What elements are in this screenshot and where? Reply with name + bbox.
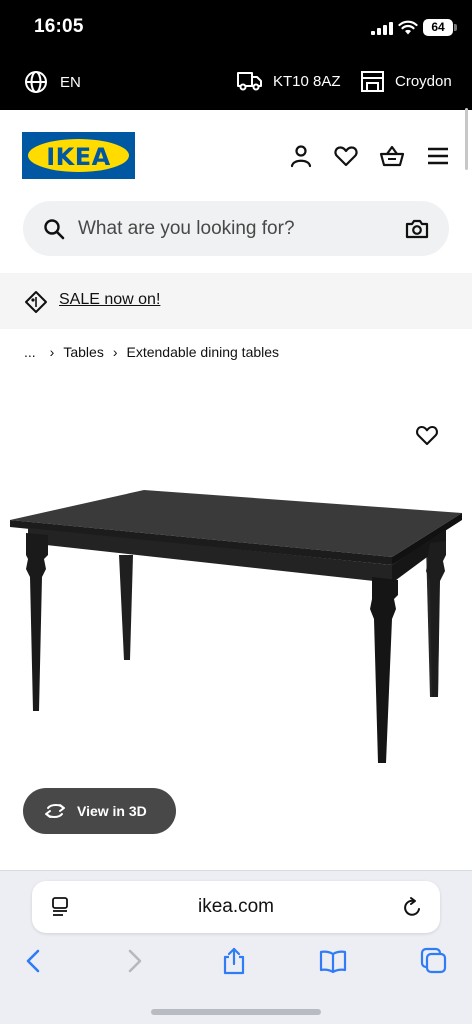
forward-icon[interactable] xyxy=(120,947,148,975)
back-icon[interactable] xyxy=(20,947,48,975)
battery-nub xyxy=(454,24,457,31)
home-indicator xyxy=(151,1009,321,1015)
breadcrumb-item-tables[interactable]: Tables xyxy=(63,344,103,360)
delivery-postcode-selector[interactable]: KT10 8AZ xyxy=(236,70,341,92)
status-time: 16:05 xyxy=(34,16,84,37)
delivery-truck-icon xyxy=(237,72,262,91)
product-image-dining-table xyxy=(10,490,462,763)
store-label: Croydon xyxy=(395,73,452,90)
account-icon[interactable] xyxy=(288,144,314,168)
utility-bar: EN KT10 8AZ Croydon xyxy=(0,56,472,110)
address-bar[interactable]: ikea.com xyxy=(32,881,440,933)
reload-icon[interactable] xyxy=(402,895,424,919)
chevron-right-icon: › xyxy=(112,344,118,360)
product-image-gallery[interactable]: View in 3D xyxy=(0,380,472,870)
site-header: IKEA xyxy=(0,110,472,200)
tabs-icon[interactable] xyxy=(420,947,448,975)
status-bar: 16:05 64 xyxy=(0,0,472,56)
sale-banner: SALE now on! xyxy=(0,273,472,329)
search-input[interactable]: What are you looking for? xyxy=(78,218,295,240)
breadcrumb-ellipsis[interactable]: ... xyxy=(24,344,36,360)
breadcrumb-item-extendable-dining-tables[interactable]: Extendable dining tables xyxy=(126,344,279,360)
breadcrumb: ... › Tables › Extendable dining tables xyxy=(24,344,279,360)
globe-icon xyxy=(25,71,47,93)
view-in-3d-label: View in 3D xyxy=(77,803,147,819)
shopping-basket-icon[interactable] xyxy=(379,144,405,168)
menu-icon[interactable] xyxy=(425,144,451,168)
address-domain: ikea.com xyxy=(197,896,275,917)
store-selector[interactable]: Croydon xyxy=(360,70,452,93)
rotate-3d-icon xyxy=(45,804,65,818)
scroll-indicator[interactable] xyxy=(465,108,468,170)
logo-text: IKEA xyxy=(46,143,111,171)
camera-search-icon[interactable] xyxy=(405,218,429,240)
view-in-3d-button[interactable]: View in 3D xyxy=(23,788,176,834)
language-selector[interactable]: EN xyxy=(24,70,81,94)
battery-icon: 64 xyxy=(423,19,453,36)
postcode-label: KT10 8AZ xyxy=(273,72,341,90)
search-icon xyxy=(44,219,65,240)
sale-link[interactable]: SALE now on! xyxy=(59,291,160,309)
chevron-right-icon: › xyxy=(49,344,55,360)
wifi-icon xyxy=(398,20,418,35)
bookmarks-icon[interactable] xyxy=(319,947,347,975)
share-icon[interactable] xyxy=(220,947,248,975)
cellular-signal-icon xyxy=(371,22,393,35)
price-tag-icon xyxy=(25,291,47,313)
browser-toolbar: ikea.com xyxy=(0,870,472,1024)
search-bar[interactable]: What are you looking for? xyxy=(23,201,449,256)
ikea-logo[interactable]: IKEA xyxy=(22,132,135,179)
store-icon xyxy=(361,71,384,92)
language-label: EN xyxy=(60,73,81,91)
add-to-wishlist-heart-icon[interactable] xyxy=(415,424,439,446)
wishlist-heart-icon[interactable] xyxy=(333,144,359,168)
